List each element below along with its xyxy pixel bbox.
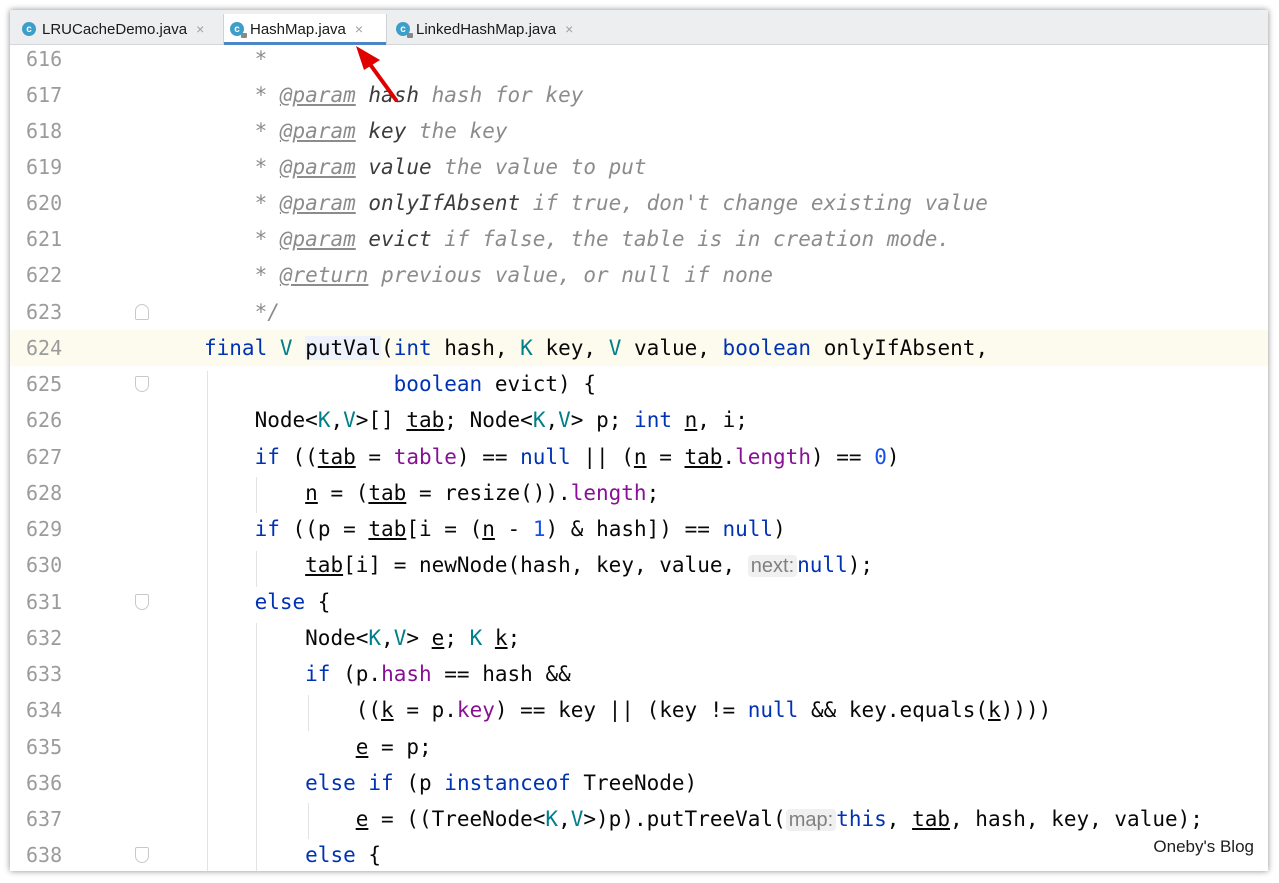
code-line[interactable]: 626 Node<K,V>[] tab; Node<K,V> p; int n,… (10, 402, 1268, 438)
tab-label: LinkedHashMap.java (416, 20, 557, 38)
code-line[interactable]: 630 tab[i] = newNode(hash, key, value, n… (10, 547, 1268, 583)
code-line[interactable]: 617 * @param hash hash for key (10, 77, 1268, 113)
tab-linkedhashmap[interactable]: c LinkedHashMap.java × (390, 14, 598, 44)
line-number: 622 (26, 263, 63, 287)
watermark: Oneby's Blog (1153, 837, 1254, 857)
line-number: 616 (26, 47, 63, 71)
code-line[interactable]: 636 else if (p instanceof TreeNode) (10, 765, 1268, 801)
tab-lrucachedemo[interactable]: c LRUCacheDemo.java × (16, 14, 222, 44)
line-number: 629 (26, 517, 63, 541)
code-text: if (p.hash == hash && (305, 662, 571, 686)
code-text: * @return previous value, or null if non… (254, 263, 773, 287)
code-line[interactable]: 623 */ (10, 294, 1268, 330)
code-line[interactable]: 631 else { (10, 584, 1268, 620)
code-line[interactable]: 622 * @return previous value, or null if… (10, 257, 1268, 293)
annotation-arrow-icon (356, 46, 398, 102)
line-number: 630 (26, 553, 63, 577)
line-number: 631 (26, 590, 63, 614)
code-text: * (254, 47, 268, 71)
class-locked-icon: c (396, 22, 413, 38)
code-line[interactable]: 638 else { (10, 837, 1268, 871)
line-number: 635 (26, 735, 63, 759)
parameter-hint: map: (785, 809, 837, 831)
close-icon[interactable]: × (196, 21, 204, 37)
code-text: else { (254, 590, 331, 614)
code-line[interactable]: 635 e = p; (10, 729, 1268, 765)
line-number: 620 (26, 191, 63, 215)
code-text: n = (tab = resize()).length; (305, 481, 660, 505)
code-line[interactable]: 633 if (p.hash == hash && (10, 656, 1268, 692)
code-text: e = ((TreeNode<K,V>)p).putTreeVal(map: th… (355, 807, 1203, 831)
code-line[interactable]: 632 Node<K,V> e; K k; (10, 620, 1268, 656)
code-text: e = p; (355, 735, 432, 759)
line-number: 628 (26, 481, 63, 505)
class-icon: c (22, 22, 36, 36)
line-number: 632 (26, 626, 63, 650)
code-line[interactable]: 621 * @param evict if false, the table i… (10, 221, 1268, 257)
code-text: final V putVal(int hash, K key, V value,… (204, 336, 989, 360)
line-number: 617 (26, 83, 63, 107)
code-line[interactable]: 627 if ((tab = table) == null || (n = ta… (10, 439, 1268, 475)
editor-window: c LRUCacheDemo.java × c HashMap.java × c… (10, 10, 1268, 871)
tab-label: LRUCacheDemo.java (42, 20, 188, 38)
code-line[interactable]: 629 if ((p = tab[i = (n - 1) & hash]) ==… (10, 511, 1268, 547)
line-number: 618 (26, 119, 63, 143)
code-line[interactable]: 618 * @param key the key (10, 113, 1268, 149)
line-number: 637 (26, 807, 63, 831)
code-line[interactable]: 619 * @param value the value to put (10, 149, 1268, 185)
fold-marker-icon[interactable] (135, 594, 149, 610)
line-number: 627 (26, 445, 63, 469)
code-text: if ((p = tab[i = (n - 1) & hash]) == nul… (254, 517, 786, 541)
code-text: */ (254, 300, 280, 324)
code-text: * @param onlyIfAbsent if true, don't cha… (254, 191, 988, 215)
line-number: 626 (26, 408, 63, 432)
code-text: Node<K,V>[] tab; Node<K,V> p; int n, i; (254, 408, 748, 432)
code-text: else { (305, 843, 382, 867)
code-text: * @param evict if false, the table is in… (254, 227, 951, 251)
code-line[interactable]: 628 n = (tab = resize()).length; (10, 475, 1268, 511)
parameter-hint: next: (747, 555, 798, 577)
class-locked-icon: c (230, 22, 247, 38)
line-number: 624 (26, 336, 63, 360)
code-line[interactable]: 625 boolean evict) { (10, 366, 1268, 402)
line-number: 619 (26, 155, 63, 179)
line-number: 634 (26, 698, 63, 722)
fold-marker-icon[interactable] (135, 376, 149, 392)
code-text: tab[i] = newNode(hash, key, value, next:… (305, 553, 874, 577)
code-text: else if (p instanceof TreeNode) (305, 771, 698, 795)
code-line[interactable]: 634 ((k = p.key) == key || (key != null … (10, 692, 1268, 728)
line-number: 621 (26, 227, 63, 251)
line-number: 623 (26, 300, 63, 324)
close-icon[interactable]: × (355, 21, 363, 37)
close-icon[interactable]: × (565, 21, 573, 37)
code-line-current[interactable]: 624 final V putVal(int hash, K key, V va… (10, 330, 1268, 366)
code-text: if ((tab = table) == null || (n = tab.le… (254, 445, 900, 469)
line-number: 638 (26, 843, 63, 867)
code-line[interactable]: 637 e = ((TreeNode<K,V>)p).putTreeVal(ma… (10, 801, 1268, 837)
code-text: Node<K,V> e; K k; (305, 626, 521, 650)
line-number: 625 (26, 372, 63, 396)
code-text: * @param value the value to put (254, 155, 647, 179)
tab-label: HashMap.java (250, 20, 346, 38)
line-number: 633 (26, 662, 63, 686)
code-line[interactable]: 616 * (10, 41, 1268, 77)
fold-marker-icon[interactable] (135, 304, 149, 320)
code-text: * @param key the key (254, 119, 508, 143)
fold-marker-icon[interactable] (135, 847, 149, 863)
code-line[interactable]: 620 * @param onlyIfAbsent if true, don't… (10, 185, 1268, 221)
line-number: 636 (26, 771, 63, 795)
editor-tab-bar: c LRUCacheDemo.java × c HashMap.java × c… (10, 10, 1268, 45)
code-text: ((k = p.key) == key || (key != null && k… (204, 698, 1052, 722)
code-text: boolean evict) { (393, 372, 596, 396)
